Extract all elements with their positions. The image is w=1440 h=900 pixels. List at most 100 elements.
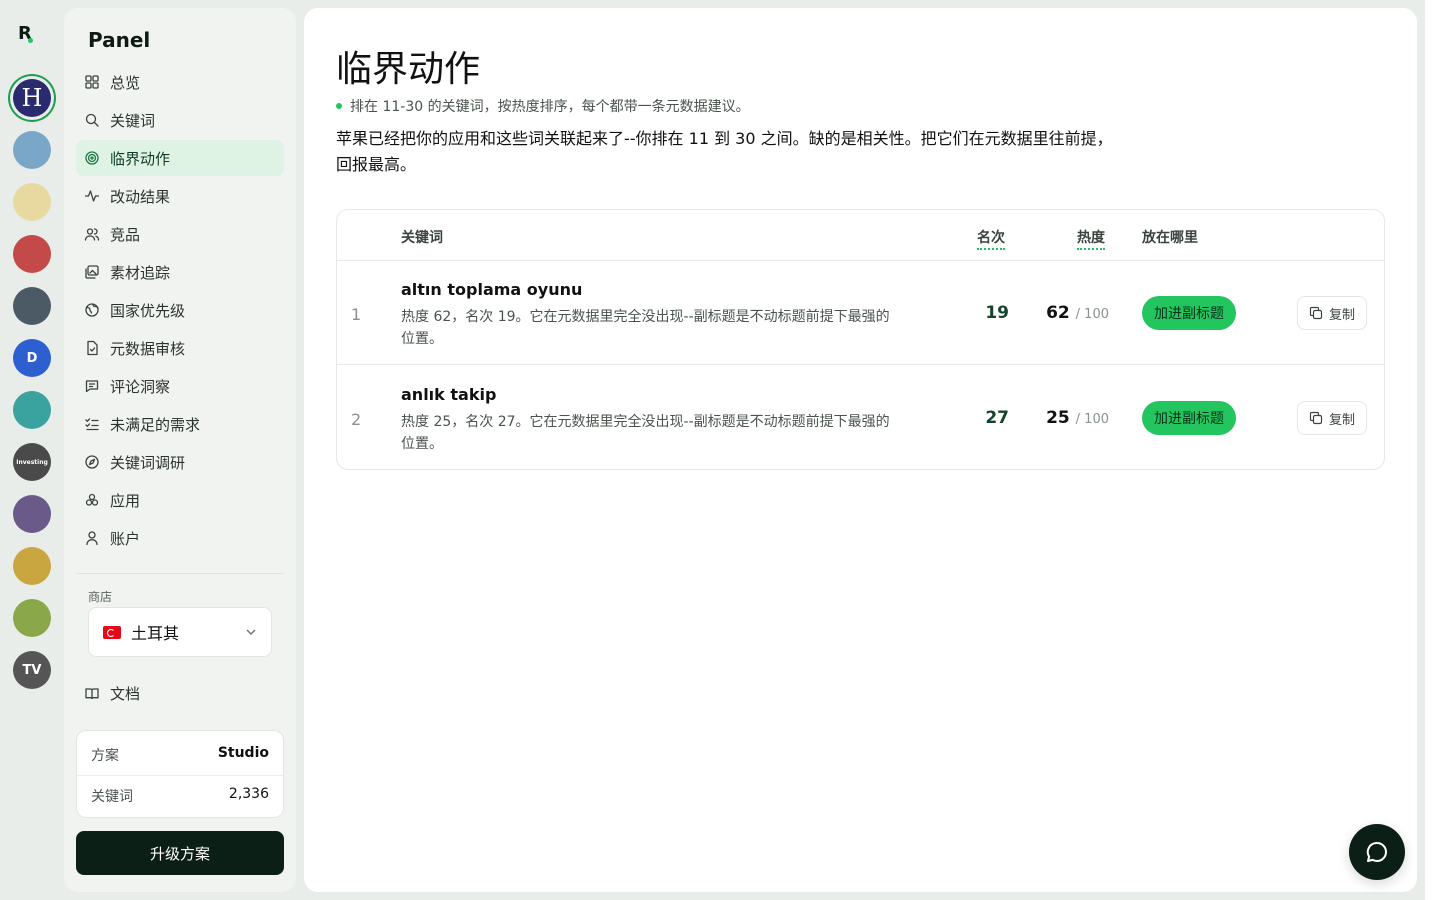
sidebar-item-label: 关键词: [110, 111, 156, 130]
row-keyword: altın toplama oyunu: [401, 280, 583, 299]
sidebar-item-label: 国家优先级: [110, 301, 186, 320]
keywords-label: 关键词: [91, 789, 133, 805]
app-icon-ticket[interactable]: [13, 391, 51, 429]
sidebar: Panel 总览 关键词 临界动作 改动结果 竞品 素材追踪 国家优先级 元数据审核 评论洞察未…: [64, 8, 296, 892]
plan-row: 方案 Studio: [91, 745, 269, 765]
sidebar-item-11[interactable]: 应用: [76, 482, 284, 518]
sidebar-item-label: 账户: [110, 529, 141, 548]
copy-icon: [1309, 411, 1323, 425]
header-heat[interactable]: 热度: [1077, 227, 1105, 250]
main-panel: 临界动作 排在 11-30 的关键词，按热度排序，每个都带一条元数据建议。 苹果…: [304, 8, 1417, 892]
copy-button[interactable]: 复制: [1297, 401, 1367, 435]
heat-max: / 100: [1075, 412, 1109, 427]
row-index: 2: [351, 410, 362, 429]
row-note: 热度 25，名次 27。它在元数据里完全没出现--副标题是不动标题前提下最强的位…: [401, 414, 890, 452]
app-icon-d[interactable]: D: [13, 339, 51, 377]
book-icon: [85, 687, 99, 699]
sidebar-item-2[interactable]: 临界动作: [76, 140, 284, 176]
sidebar-item-8[interactable]: 评论洞察: [76, 368, 284, 404]
chat-bubble-icon: [1366, 841, 1387, 862]
row-rank: 19: [985, 303, 1009, 323]
app-icon-blocks[interactable]: [13, 235, 51, 273]
store-value: 土耳其: [131, 624, 180, 643]
app-icon-chart[interactable]: [13, 287, 51, 325]
subtitle-text: 排在 11-30 的关键词，按热度排序，每个都带一条元数据建议。: [350, 99, 750, 115]
app-icon-altin[interactable]: [13, 183, 51, 221]
plan-value: Studio: [217, 745, 269, 761]
app-rail: R H D Investing TV: [0, 0, 64, 900]
docs-link[interactable]: 文档: [84, 683, 140, 704]
copy-label: 复制: [1328, 412, 1355, 428]
file-check-icon: [87, 340, 98, 356]
row-rank: 27: [985, 408, 1009, 428]
sidebar-item-6[interactable]: 国家优先级: [76, 292, 284, 328]
heat-value: 25: [1046, 408, 1070, 428]
globe-icon: [85, 303, 99, 317]
page-subtitle: 排在 11-30 的关键词，按热度排序，每个都带一条元数据建议。: [336, 96, 750, 116]
header-rank[interactable]: 名次: [977, 227, 1005, 250]
copy-label: 复制: [1328, 307, 1355, 323]
sidebar-item-12[interactable]: 账户: [76, 520, 284, 556]
sidebar-item-label: 改动结果: [110, 187, 171, 206]
page-description: 苹果已经把你的应用和这些词关联起来了--你排在 11 到 30 之间。缺的是相关…: [336, 129, 1113, 174]
sidebar-item-9[interactable]: 未满足的需求: [76, 406, 284, 442]
chevron-down-icon: [246, 629, 256, 635]
app-icon-tv[interactable]: TV: [13, 651, 51, 689]
header-keyword: 关键词: [401, 230, 443, 246]
app-icon-temple-2[interactable]: [13, 599, 51, 637]
copy-icon: [1309, 306, 1323, 320]
images-icon: [85, 265, 99, 279]
sidebar-item-label: 临界动作: [110, 149, 171, 168]
plan-label: 方案: [91, 748, 119, 764]
app-icon-game[interactable]: [13, 495, 51, 533]
users-icon: [84, 228, 100, 241]
sidebar-item-7[interactable]: 元数据审核: [76, 330, 284, 366]
table-header: 关键词 名次 热度 放在哪里: [337, 210, 1384, 261]
app-icon-subway[interactable]: [13, 131, 51, 169]
sidebar-item-0[interactable]: 总览: [76, 64, 284, 100]
copy-button[interactable]: 复制: [1297, 296, 1367, 330]
sidebar-item-10[interactable]: 关键词调研: [76, 444, 284, 480]
keywords-table: 关键词 名次 热度 放在哪里 1 altın toplama oyunu 热度 62…: [336, 209, 1385, 470]
chat-button[interactable]: [1349, 824, 1405, 880]
turkey-flag-icon: [103, 625, 121, 639]
sidebar-item-label: 关键词调研: [110, 453, 186, 472]
row-heat: 62 / 100: [1037, 303, 1109, 323]
app-icon-label: TV: [22, 662, 42, 678]
page-title: 临界动作: [336, 49, 481, 90]
list-check-icon: [85, 418, 99, 431]
add-to-subtitle-button[interactable]: 加进副标题: [1142, 296, 1236, 330]
apps-icon: [85, 493, 99, 506]
sidebar-item-5[interactable]: 素材追踪: [76, 254, 284, 290]
grid-icon: [85, 75, 99, 89]
store-label: 商店: [88, 590, 113, 604]
sidebar-item-3[interactable]: 改动结果: [76, 178, 284, 214]
brand-title: Panel: [88, 28, 151, 52]
compass-icon: [85, 455, 99, 469]
app-icon-label: H: [21, 84, 43, 112]
app-icon-investing[interactable]: Investing: [13, 443, 51, 481]
plan-card: 方案 Studio 关键词 2,336: [76, 730, 284, 818]
status-dot: [336, 103, 342, 109]
add-to-subtitle-button[interactable]: 加进副标题: [1142, 401, 1236, 435]
app-icon-temple-1[interactable]: [13, 547, 51, 585]
sidebar-item-label: 总览: [110, 73, 141, 92]
keywords-row: 关键词 2,336: [91, 786, 269, 806]
logo-icon[interactable]: R: [18, 24, 38, 44]
sidebar-item-label: 元数据审核: [110, 339, 186, 358]
sidebar-item-1[interactable]: 关键词: [76, 102, 284, 138]
sidebar-item-label: 未满足的需求: [110, 415, 201, 434]
scrollbar[interactable]: [1425, 0, 1440, 900]
sidebar-item-4[interactable]: 竞品: [76, 216, 284, 252]
app-icon-h[interactable]: H: [13, 79, 51, 117]
plan-divider: [77, 775, 283, 776]
divider: [76, 573, 284, 574]
header-where: 放在哪里: [1142, 230, 1198, 246]
row-index: 1: [351, 305, 362, 324]
upgrade-button[interactable]: 升级方案: [76, 831, 284, 875]
keywords-value: 2,336: [228, 786, 269, 802]
heat-value: 62: [1046, 303, 1070, 323]
store-select[interactable]: 土耳其: [88, 607, 272, 657]
table-row: 2 anlık takip 热度 25，名次 27。它在元数据里完全没出现--副标题…: [337, 366, 1384, 469]
target-icon: [85, 151, 99, 165]
